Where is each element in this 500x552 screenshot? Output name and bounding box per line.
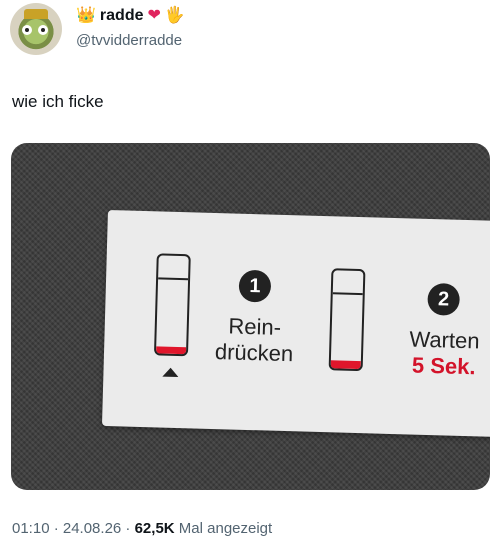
timestamp[interactable]: 01:10 · 24.08.26 · — [12, 520, 135, 537]
instruction-label: 1 Rein- drücken 2 Warten 5 Sek. — [101, 210, 490, 438]
view-count-label: Mal angezeigt — [174, 520, 273, 537]
avatar-eye-right — [38, 25, 48, 35]
step1-number: 1 — [238, 269, 272, 303]
avatar-eye-left — [22, 25, 32, 35]
avatar-crown-icon — [24, 9, 48, 19]
tweet-photo[interactable]: 1 Rein- drücken 2 Warten 5 Sek. — [11, 143, 490, 490]
tweet-text: wie ich ficke — [12, 92, 104, 111]
cartridge-icon-step2 — [328, 268, 366, 372]
avatar[interactable] — [10, 3, 62, 55]
step2-line2: 5 Sek. — [411, 352, 476, 380]
author-handle[interactable]: @tvvidderradde — [76, 32, 182, 49]
tweet-meta: 01:10 · 24.08.26 · 62,5K Mal angezeigt — [12, 520, 272, 537]
step1-text: Rein- drücken — [199, 313, 310, 368]
crown-icon: 👑 — [76, 7, 96, 24]
step1-line2: drücken — [214, 339, 294, 367]
cartridge-fill-step1 — [156, 346, 187, 355]
cartridge-icon-step1 — [153, 253, 191, 357]
step2-number: 2 — [427, 282, 461, 316]
view-count: 62,5K — [134, 520, 175, 537]
step2-line1: Warten — [409, 326, 480, 354]
display-name[interactable]: radde — [100, 7, 144, 25]
cartridge-fill-step2 — [330, 360, 361, 370]
arrow-up-icon — [162, 367, 179, 378]
step2-text: Warten 5 Sek. — [388, 326, 490, 381]
step1-line1: Rein- — [228, 313, 282, 340]
author-name-row[interactable]: 👑 radde ❤ 🖐 — [76, 7, 185, 25]
waving-hand-icon: 🖐 — [164, 7, 185, 24]
red-heart-icon: ❤ — [147, 7, 161, 24]
